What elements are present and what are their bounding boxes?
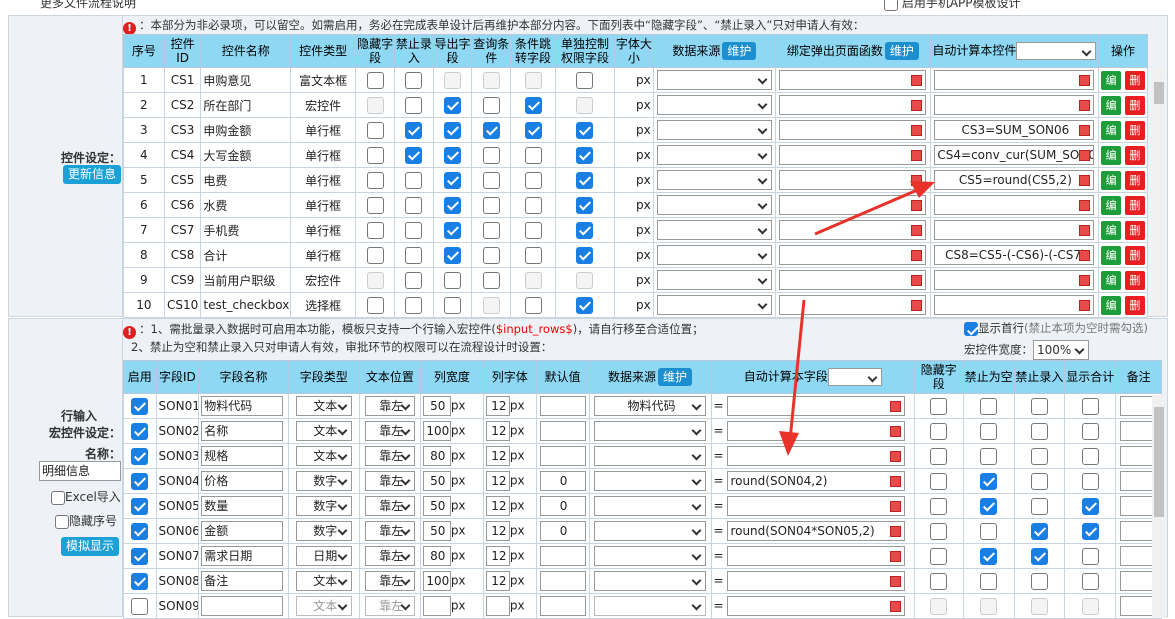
arrow-to-cs5-head [910, 181, 935, 198]
arrow-to-son-calc-line [788, 299, 806, 441]
arrow-to-son-calc-head [779, 431, 799, 456]
annotation-arrows [779, 181, 935, 456]
arrow-to-cs5-line [814, 186, 923, 236]
